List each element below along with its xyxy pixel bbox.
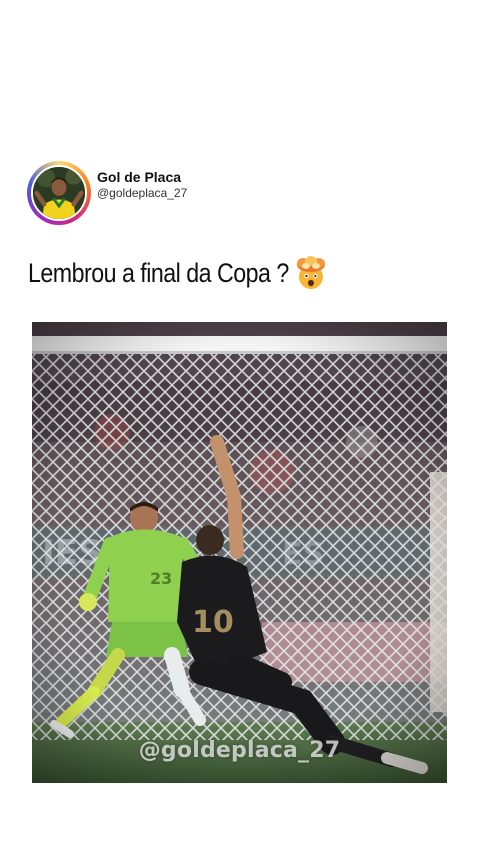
profile-photo-icon	[31, 165, 87, 221]
author-display-name[interactable]: Gol de Placa	[97, 168, 187, 186]
author-names: Gol de Placa @goldeplaca_27	[97, 168, 187, 201]
exploding-head-emoji-icon	[293, 255, 329, 291]
media-watermark: @goldeplaca_27	[138, 738, 341, 763]
author-handle[interactable]: @goldeplaca_27	[97, 186, 187, 201]
post-media[interactable]: IES ES 23	[32, 322, 447, 783]
soccer-goal-video-frame-icon: IES ES 23	[32, 322, 447, 783]
caption-text: Lembrou a final da Copa ?	[28, 257, 289, 288]
post-header: Gol de Placa @goldeplaca_27	[27, 161, 187, 225]
avatar[interactable]	[27, 161, 91, 225]
post-caption: Lembrou a final da Copa ?	[28, 255, 327, 291]
